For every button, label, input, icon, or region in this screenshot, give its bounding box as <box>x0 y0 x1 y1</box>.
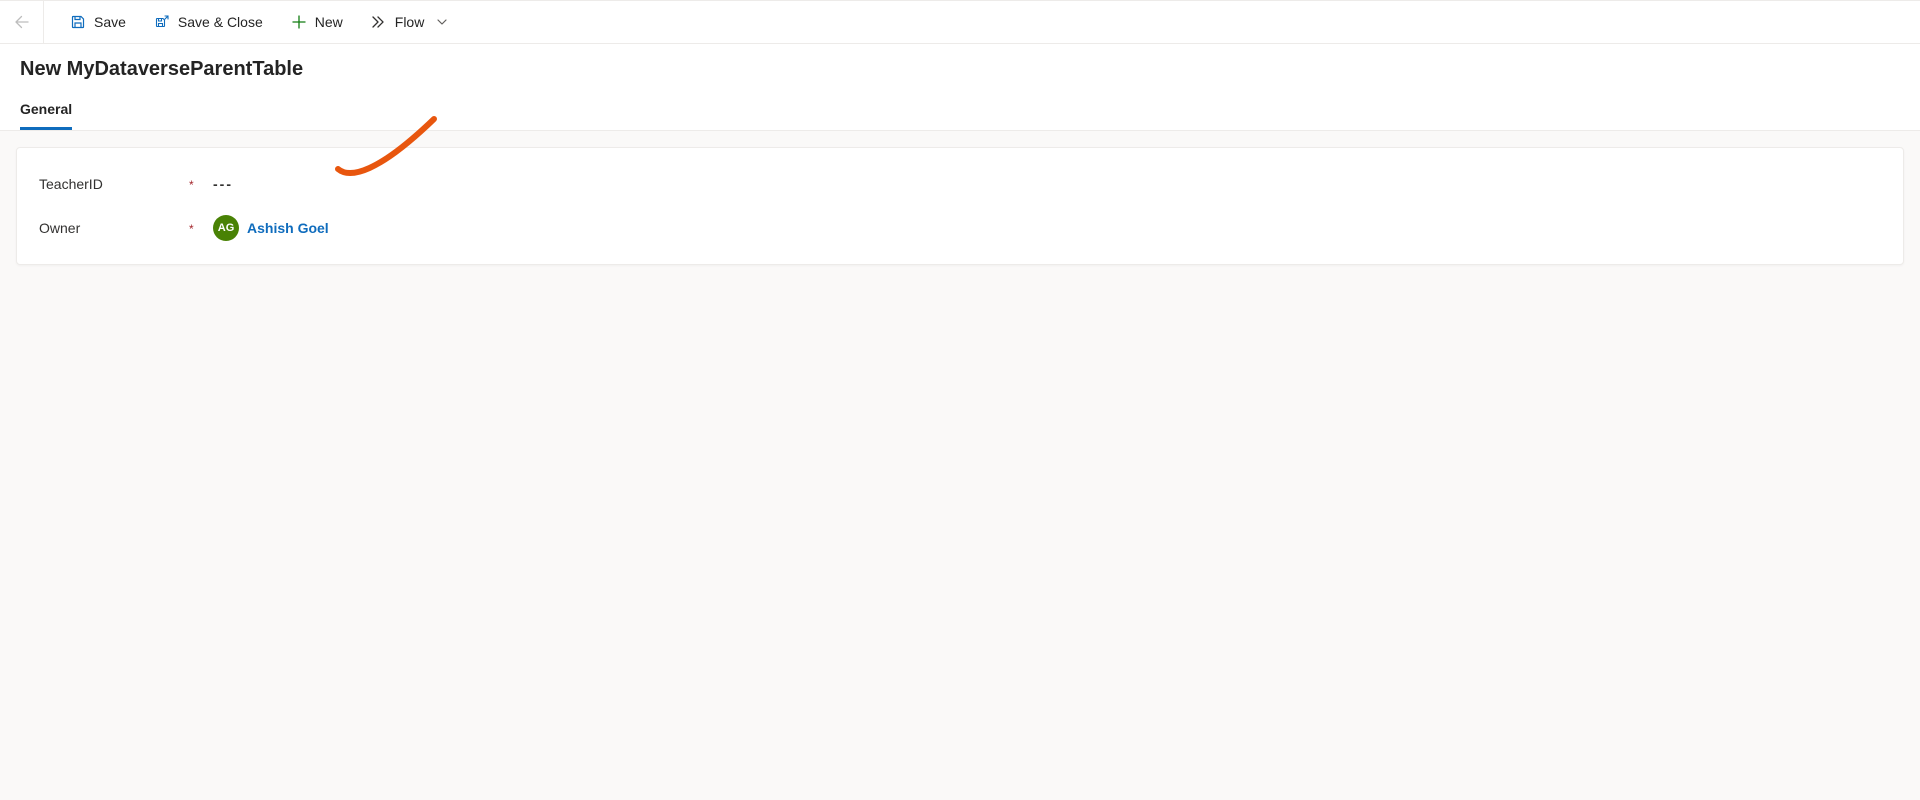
chevron-down-icon <box>436 16 448 28</box>
flow-button[interactable]: Flow <box>361 6 459 38</box>
arrow-left-icon <box>14 14 30 30</box>
tab-general[interactable]: General <box>20 95 72 130</box>
save-button[interactable]: Save <box>60 6 136 38</box>
teacherid-placeholder: --- <box>213 176 233 192</box>
form-canvas: TeacherID * --- Owner * AG Ashish Goel <box>0 131 1920 281</box>
back-button-container <box>0 1 44 43</box>
save-icon <box>70 14 86 30</box>
field-teacherid[interactable]: TeacherID * --- <box>39 162 1881 206</box>
field-label-owner: Owner <box>39 220 189 236</box>
flow-button-label: Flow <box>395 14 425 30</box>
new-button[interactable]: New <box>281 6 353 38</box>
tab-general-label: General <box>20 101 72 117</box>
page-title: New MyDataverseParentTable <box>20 58 1900 81</box>
plus-icon <box>291 14 307 30</box>
save-close-button-label: Save & Close <box>178 14 263 30</box>
field-owner[interactable]: Owner * AG Ashish Goel <box>39 206 1881 250</box>
field-value-owner[interactable]: AG Ashish Goel <box>213 215 1881 241</box>
tabs: General <box>20 95 1900 130</box>
flow-icon <box>371 14 387 30</box>
owner-avatar: AG <box>213 215 239 241</box>
field-value-teacherid[interactable]: --- <box>213 176 1881 192</box>
save-close-button[interactable]: Save & Close <box>144 6 273 38</box>
command-buttons: Save Save & Close New <box>44 6 458 38</box>
command-bar: Save Save & Close New <box>0 0 1920 44</box>
new-button-label: New <box>315 14 343 30</box>
required-mark: * <box>189 220 213 236</box>
field-label-teacherid: TeacherID <box>39 176 189 192</box>
form-card: TeacherID * --- Owner * AG Ashish Goel <box>16 147 1904 265</box>
required-mark: * <box>189 176 213 192</box>
save-button-label: Save <box>94 14 126 30</box>
back-button[interactable] <box>14 14 30 30</box>
save-close-icon <box>154 14 170 30</box>
owner-link[interactable]: Ashish Goel <box>247 220 329 236</box>
header-area: New MyDataverseParentTable General <box>0 44 1920 131</box>
